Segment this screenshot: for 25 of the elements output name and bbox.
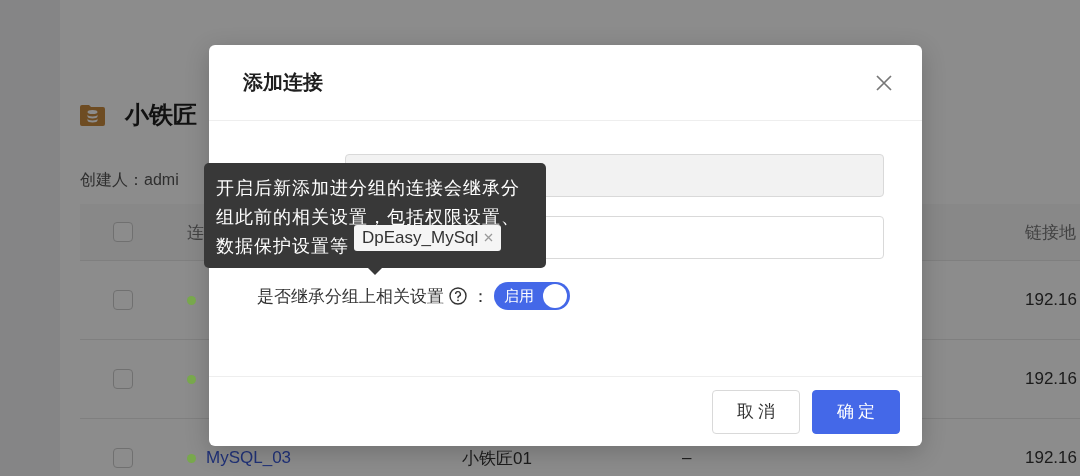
table-cell: 192.16 (1025, 448, 1077, 468)
colon: ： (472, 285, 489, 308)
checkbox[interactable] (112, 369, 133, 389)
table-cell: 192.16 (1025, 290, 1077, 310)
creator-text: 创建人：admi (80, 171, 179, 188)
close-icon[interactable] (876, 74, 892, 91)
table-cell: 192.16 (1025, 369, 1077, 389)
column-header: 链接地 (1025, 221, 1076, 244)
column-header: 连 (187, 221, 204, 244)
field-label: 是否继承分组上相关设置 (257, 285, 444, 308)
help-icon[interactable] (449, 287, 467, 305)
remove-icon[interactable] (484, 233, 494, 242)
checkbox[interactable] (112, 448, 133, 468)
checkbox[interactable] (112, 290, 133, 310)
dialog-title: 添加连接 (243, 70, 323, 95)
confirm-button[interactable]: 确 定 (812, 389, 900, 434)
table-cell: – (682, 448, 692, 468)
cancel-button[interactable]: 取 消 (712, 389, 800, 434)
connection-link[interactable]: MySQL_03 (206, 448, 292, 468)
toggle-switch[interactable]: 启用 (494, 282, 570, 310)
tag-text: DpEasy_MySql (362, 227, 479, 248)
group-title: 小铁匠 (125, 100, 197, 130)
database-folder-icon (80, 104, 105, 126)
checkbox[interactable] (112, 222, 133, 242)
table-cell-text: 小铁匠01 (462, 447, 532, 470)
